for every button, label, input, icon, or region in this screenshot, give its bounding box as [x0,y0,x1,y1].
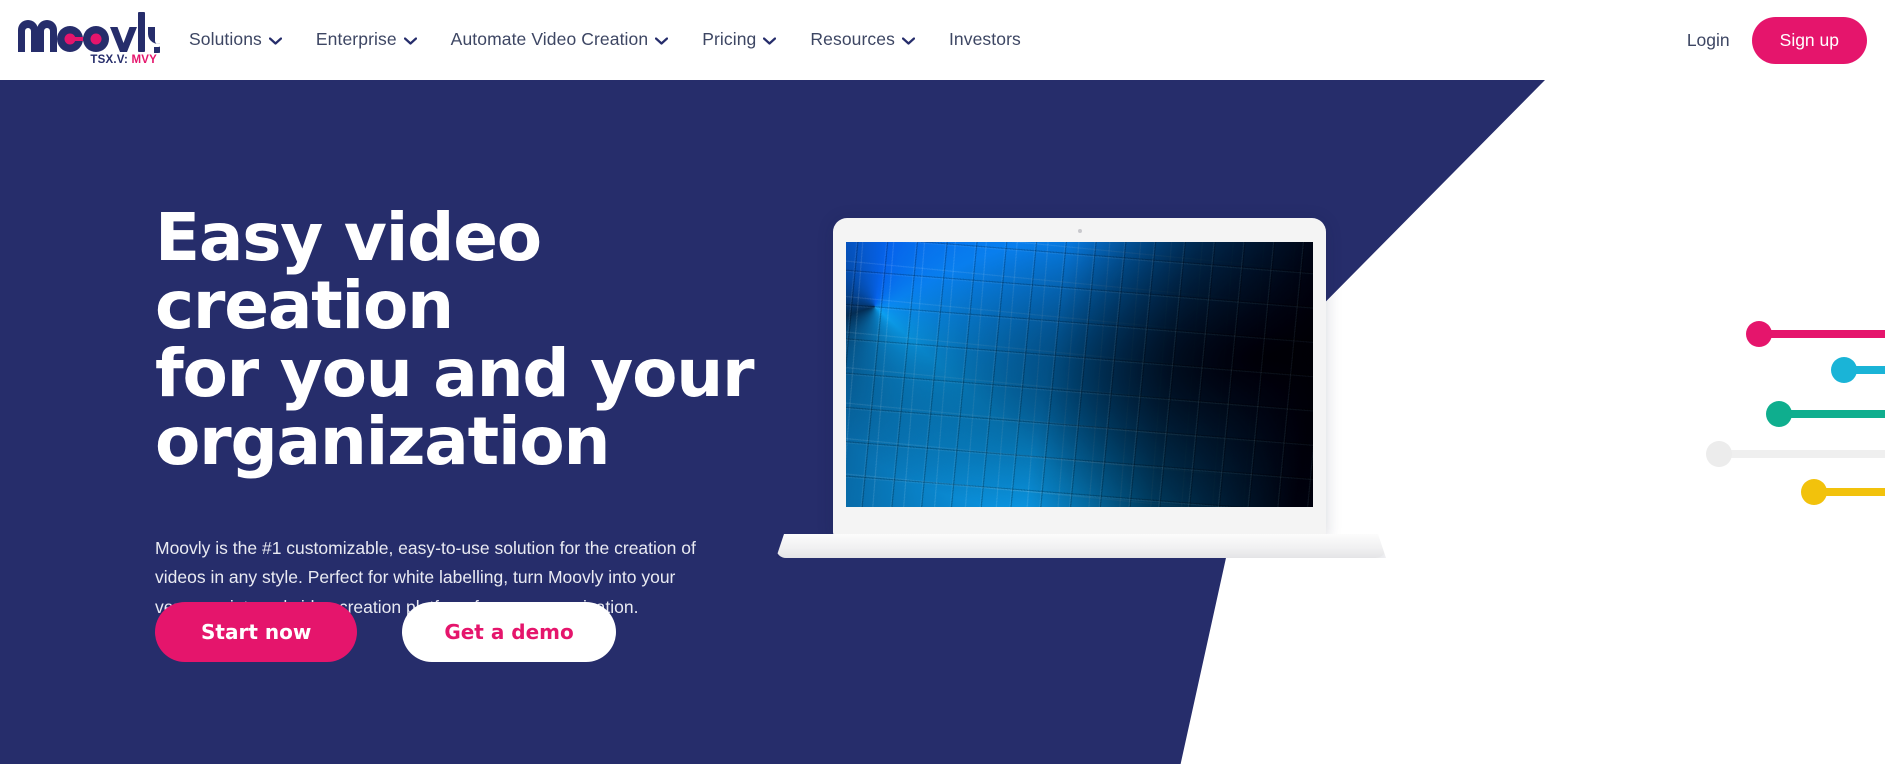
nav-item-investors[interactable]: Investors [932,0,1038,80]
hero-page: TSX.V: MVY Solutions Enterprise Automate… [0,0,1885,764]
hero-cta-group: Start now Get a demo [155,602,616,662]
chevron-down-icon [655,37,669,45]
ticker-exchange: TSX.V: [90,54,129,66]
nav-label: Automate Video Creation [450,29,649,50]
account-actions: Login Sign up [1665,0,1867,80]
start-now-button[interactable]: Start now [155,602,358,662]
chevron-down-icon [403,37,417,45]
nav-label: Enterprise [315,29,397,50]
chevron-down-icon [268,37,282,45]
laptop-camera-icon [1077,229,1082,233]
get-a-demo-button[interactable]: Get a demo [402,602,616,662]
nav-item-enterprise[interactable]: Enterprise [299,0,434,80]
primary-navigation: Solutions Enterprise Automate Video Crea… [189,0,1038,80]
slider-handle[interactable] [1766,401,1792,427]
video-wall-image [846,242,1313,507]
nav-label: Resources [810,29,895,50]
nav-label: Solutions [189,29,262,50]
ticker-symbol: MVY [131,54,157,66]
signup-button[interactable]: Sign up [1751,16,1867,64]
laptop-mockup [776,218,1386,558]
moovly-logo[interactable]: TSX.V: MVY [10,10,160,68]
slider-grey[interactable] [1706,441,1885,467]
nav-item-automate-video-creation[interactable]: Automate Video Creation [434,0,686,80]
logo-ticker: TSX.V: MVY [90,54,157,66]
nav-label: Pricing [702,29,757,50]
moovly-wordmark-icon [18,12,160,53]
nav-item-solutions[interactable]: Solutions [189,0,299,80]
slider-teal[interactable] [1766,401,1885,427]
laptop-base [776,534,1386,558]
laptop-lid [833,218,1326,538]
site-header: TSX.V: MVY Solutions Enterprise Automate… [0,0,1885,80]
laptop-screen [846,242,1313,507]
slider-handle[interactable] [1831,357,1857,383]
slider-handle[interactable] [1801,479,1827,505]
slider-handle[interactable] [1706,441,1732,467]
chevron-down-icon [901,37,915,45]
slider-pink[interactable] [1746,321,1885,347]
slider-cyan[interactable] [1831,357,1885,383]
nav-item-pricing[interactable]: Pricing [685,0,793,80]
slider-handle[interactable] [1746,321,1772,347]
slider-yellow[interactable] [1801,479,1885,505]
nav-label: Investors [948,29,1021,50]
decorative-sliders [1365,310,1885,540]
nav-item-resources[interactable]: Resources [793,0,932,80]
hero-copy: Easy video creation for you and your org… [155,204,775,622]
hero-heading: Easy video creation for you and your org… [155,199,755,480]
chevron-down-icon [763,37,777,45]
login-link[interactable]: Login [1665,30,1752,51]
slider-track [1710,450,1885,458]
